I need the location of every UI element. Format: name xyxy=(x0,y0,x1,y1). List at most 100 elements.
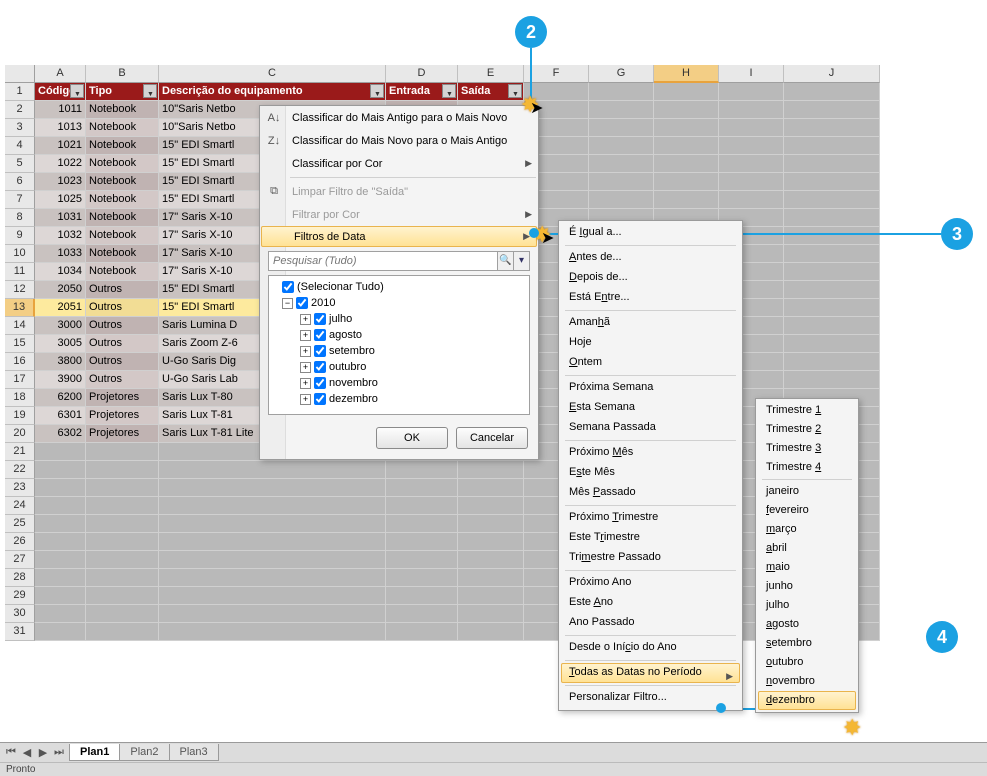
cell[interactable]: Outros xyxy=(86,371,159,389)
col-header-A[interactable]: A xyxy=(35,65,86,83)
filter-dropdown-icon[interactable] xyxy=(70,84,84,98)
cell[interactable]: Notebook xyxy=(86,155,159,173)
sheet-tab-Plan1[interactable]: Plan1 xyxy=(69,744,120,761)
cell[interactable]: Outros xyxy=(86,281,159,299)
tree-month-novembro[interactable]: +novembro xyxy=(272,375,526,391)
period-month-novembro[interactable]: novembro xyxy=(758,672,856,691)
row-header-21[interactable]: 21 xyxy=(5,443,35,461)
filter-dropdown-icon[interactable] xyxy=(143,84,157,98)
table-header-código[interactable]: Código xyxy=(35,83,86,101)
row-header-10[interactable]: 10 xyxy=(5,245,35,263)
filter-search-input[interactable] xyxy=(268,251,498,271)
row-header-19[interactable]: 19 xyxy=(5,407,35,425)
date-filter-item[interactable]: É Igual a... xyxy=(561,223,740,243)
expand-icon[interactable]: + xyxy=(300,394,311,405)
period-month-janeiro[interactable]: janeiro xyxy=(758,482,856,501)
cell[interactable]: Notebook xyxy=(86,263,159,281)
tree-month-setembro[interactable]: +setembro xyxy=(272,343,526,359)
cell[interactable]: 1031 xyxy=(35,209,86,227)
cell[interactable]: 6301 xyxy=(35,407,86,425)
row-header-27[interactable]: 27 xyxy=(5,551,35,569)
sort-by-color[interactable]: Classificar por Cor▶ xyxy=(260,152,538,175)
sheet-tab-Plan2[interactable]: Plan2 xyxy=(119,744,169,761)
cell[interactable]: Notebook xyxy=(86,191,159,209)
row-header-7[interactable]: 7 xyxy=(5,191,35,209)
row-header-5[interactable]: 5 xyxy=(5,155,35,173)
sort-asc[interactable]: A↓Classificar do Mais Antigo para o Mais… xyxy=(260,106,538,129)
col-header-C[interactable]: C xyxy=(159,65,386,83)
cell[interactable]: Notebook xyxy=(86,209,159,227)
cell[interactable]: 1011 xyxy=(35,101,86,119)
date-filter-item[interactable]: Desde o Início do Ano xyxy=(561,638,740,658)
cell[interactable]: 1033 xyxy=(35,245,86,263)
cell[interactable]: 1034 xyxy=(35,263,86,281)
row-header-26[interactable]: 26 xyxy=(5,533,35,551)
cell[interactable]: Projetores xyxy=(86,407,159,425)
collapse-icon[interactable]: − xyxy=(282,298,293,309)
date-filter-item[interactable]: Mês Passado xyxy=(561,483,740,503)
date-filter-item[interactable]: Semana Passada xyxy=(561,418,740,438)
row-header-13[interactable]: 13 xyxy=(5,299,35,317)
col-header-D[interactable]: D xyxy=(386,65,458,83)
col-header-J[interactable]: J xyxy=(784,65,880,83)
period-month-setembro[interactable]: setembro xyxy=(758,634,856,653)
row-header-23[interactable]: 23 xyxy=(5,479,35,497)
cell[interactable]: Notebook xyxy=(86,119,159,137)
filter-dropdown-icon[interactable] xyxy=(442,84,456,98)
cell[interactable]: 3800 xyxy=(35,353,86,371)
date-filter-item[interactable]: Este Mês xyxy=(561,463,740,483)
cell[interactable]: Notebook xyxy=(86,245,159,263)
cell[interactable]: 1032 xyxy=(35,227,86,245)
tree-year[interactable]: −2010 xyxy=(272,295,526,311)
table-header-entrada[interactable]: Entrada xyxy=(386,83,458,101)
period-month-outubro[interactable]: outubro xyxy=(758,653,856,672)
expand-icon[interactable]: + xyxy=(300,314,311,325)
tab-nav[interactable]: ⏮◀▶⏭ xyxy=(0,746,70,759)
date-filter-item[interactable]: Esta Semana xyxy=(561,398,740,418)
period-month-junho[interactable]: junho xyxy=(758,577,856,596)
period-quarter[interactable]: Trimestre 2 xyxy=(758,420,856,439)
cancel-button[interactable]: Cancelar xyxy=(456,427,528,449)
date-filter-item[interactable]: Próximo Mês xyxy=(561,443,740,463)
date-filter-item[interactable]: Ontem xyxy=(561,353,740,373)
cell[interactable]: Notebook xyxy=(86,137,159,155)
select-all-corner[interactable] xyxy=(5,65,35,83)
date-filters[interactable]: Filtros de Data▶ xyxy=(261,226,537,247)
date-filter-item[interactable]: Próximo Trimestre xyxy=(561,508,740,528)
table-header-saída[interactable]: Saída xyxy=(458,83,524,101)
date-filter-item[interactable]: Próximo Ano xyxy=(561,573,740,593)
cell[interactable]: Outros xyxy=(86,317,159,335)
date-filter-item[interactable]: Antes de... xyxy=(561,248,740,268)
row-header-8[interactable]: 8 xyxy=(5,209,35,227)
period-month-dezembro[interactable]: dezembro xyxy=(758,691,856,710)
period-month-abril[interactable]: abril xyxy=(758,539,856,558)
col-header-I[interactable]: I xyxy=(719,65,784,83)
date-filter-item[interactable]: Este Trimestre xyxy=(561,528,740,548)
ok-button[interactable]: OK xyxy=(376,427,448,449)
period-quarter[interactable]: Trimestre 4 xyxy=(758,458,856,477)
row-header-18[interactable]: 18 xyxy=(5,389,35,407)
cell[interactable]: 6200 xyxy=(35,389,86,407)
period-month-fevereiro[interactable]: fevereiro xyxy=(758,501,856,520)
date-filter-item[interactable]: Hoje xyxy=(561,333,740,353)
row-header-3[interactable]: 3 xyxy=(5,119,35,137)
row-header-30[interactable]: 30 xyxy=(5,605,35,623)
cell[interactable]: Notebook xyxy=(86,101,159,119)
cell[interactable]: 2051 xyxy=(35,299,86,317)
cell[interactable]: Outros xyxy=(86,353,159,371)
tree-month-dezembro[interactable]: +dezembro xyxy=(272,391,526,407)
table-header-descrição do equipamento[interactable]: Descrição do equipamento xyxy=(159,83,386,101)
row-header-28[interactable]: 28 xyxy=(5,569,35,587)
date-filter-item[interactable]: Ano Passado xyxy=(561,613,740,633)
cell[interactable]: 6302 xyxy=(35,425,86,443)
date-filter-item[interactable]: Depois de... xyxy=(561,268,740,288)
row-header-15[interactable]: 15 xyxy=(5,335,35,353)
col-header-F[interactable]: F xyxy=(524,65,589,83)
row-header-4[interactable]: 4 xyxy=(5,137,35,155)
cell[interactable]: 1025 xyxy=(35,191,86,209)
tree-month-julho[interactable]: +julho xyxy=(272,311,526,327)
row-header-16[interactable]: 16 xyxy=(5,353,35,371)
row-header-31[interactable]: 31 xyxy=(5,623,35,641)
cell[interactable]: Notebook xyxy=(86,227,159,245)
search-icon[interactable]: 🔍 xyxy=(498,251,514,271)
